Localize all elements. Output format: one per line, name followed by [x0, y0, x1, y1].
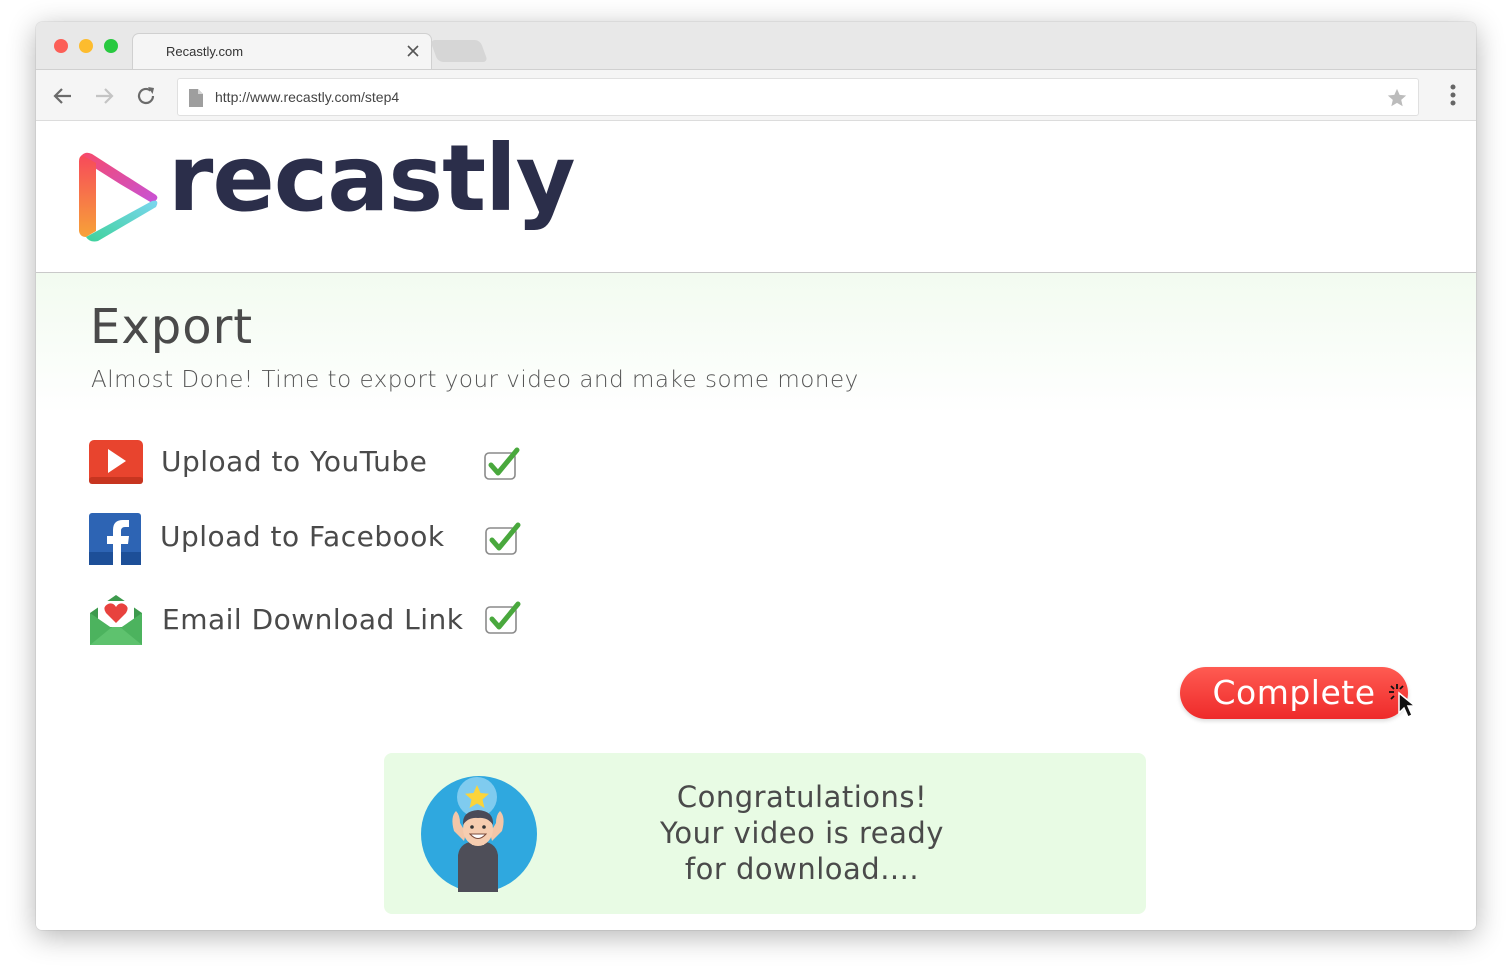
site-header: recastly — [36, 121, 1476, 273]
new-tab-button[interactable] — [429, 40, 489, 62]
page-icon — [189, 89, 203, 107]
page-title: Export — [90, 299, 254, 355]
facebook-icon — [89, 513, 141, 566]
complete-button[interactable]: Complete — [1180, 667, 1408, 719]
checkbox-checked-icon[interactable] — [484, 601, 522, 635]
option-label: Email Download Link — [162, 603, 464, 636]
envelope-icon — [90, 595, 142, 645]
url-text: http://www.recastly.com/step4 — [215, 89, 400, 105]
checkbox-checked-icon[interactable] — [484, 522, 522, 556]
maximize-window-button[interactable] — [104, 39, 118, 53]
checkbox-checked-icon[interactable] — [483, 447, 521, 481]
close-tab-icon[interactable] — [407, 45, 419, 57]
browser-window: Recastly.com http://www.recastly.com/ste… — [36, 22, 1476, 930]
minimize-window-button[interactable] — [79, 39, 93, 53]
success-line-2: Your video is ready — [660, 816, 944, 850]
option-youtube[interactable]: Upload to YouTube — [88, 437, 528, 497]
success-panel: Congratulations! Your video is ready for… — [384, 753, 1146, 914]
browser-tab[interactable]: Recastly.com — [132, 33, 432, 70]
bookmark-star-icon[interactable] — [1386, 87, 1408, 109]
logo-wordmark: recastly — [168, 125, 576, 232]
address-bar[interactable]: http://www.recastly.com/step4 — [177, 78, 1419, 116]
celebrating-user-avatar — [421, 776, 537, 892]
success-message: Congratulations! Your video is ready for… — [624, 779, 980, 887]
success-line-1: Congratulations! — [676, 780, 928, 814]
option-label: Upload to Facebook — [160, 520, 445, 553]
mouse-cursor-icon — [1389, 684, 1418, 719]
option-label: Upload to YouTube — [161, 445, 428, 478]
browser-toolbar: http://www.recastly.com/step4 — [36, 69, 1476, 121]
export-content: Export Almost Done! Time to export your … — [36, 273, 1476, 930]
success-line-3: for download.... — [684, 852, 920, 886]
close-window-button[interactable] — [54, 39, 68, 53]
reload-icon[interactable] — [134, 84, 158, 108]
option-email[interactable]: Email Download Link — [88, 589, 528, 649]
recastly-logo-icon[interactable] — [76, 151, 160, 243]
page-subtitle: Almost Done! Time to export your video a… — [91, 367, 859, 393]
browser-titlebar: Recastly.com — [36, 22, 1476, 70]
tab-title: Recastly.com — [166, 44, 244, 59]
more-menu-icon[interactable] — [1450, 84, 1456, 106]
option-facebook[interactable]: Upload to Facebook — [88, 512, 528, 572]
forward-arrow-icon[interactable] — [92, 84, 116, 108]
back-arrow-icon[interactable] — [51, 84, 75, 108]
youtube-icon — [89, 440, 143, 484]
